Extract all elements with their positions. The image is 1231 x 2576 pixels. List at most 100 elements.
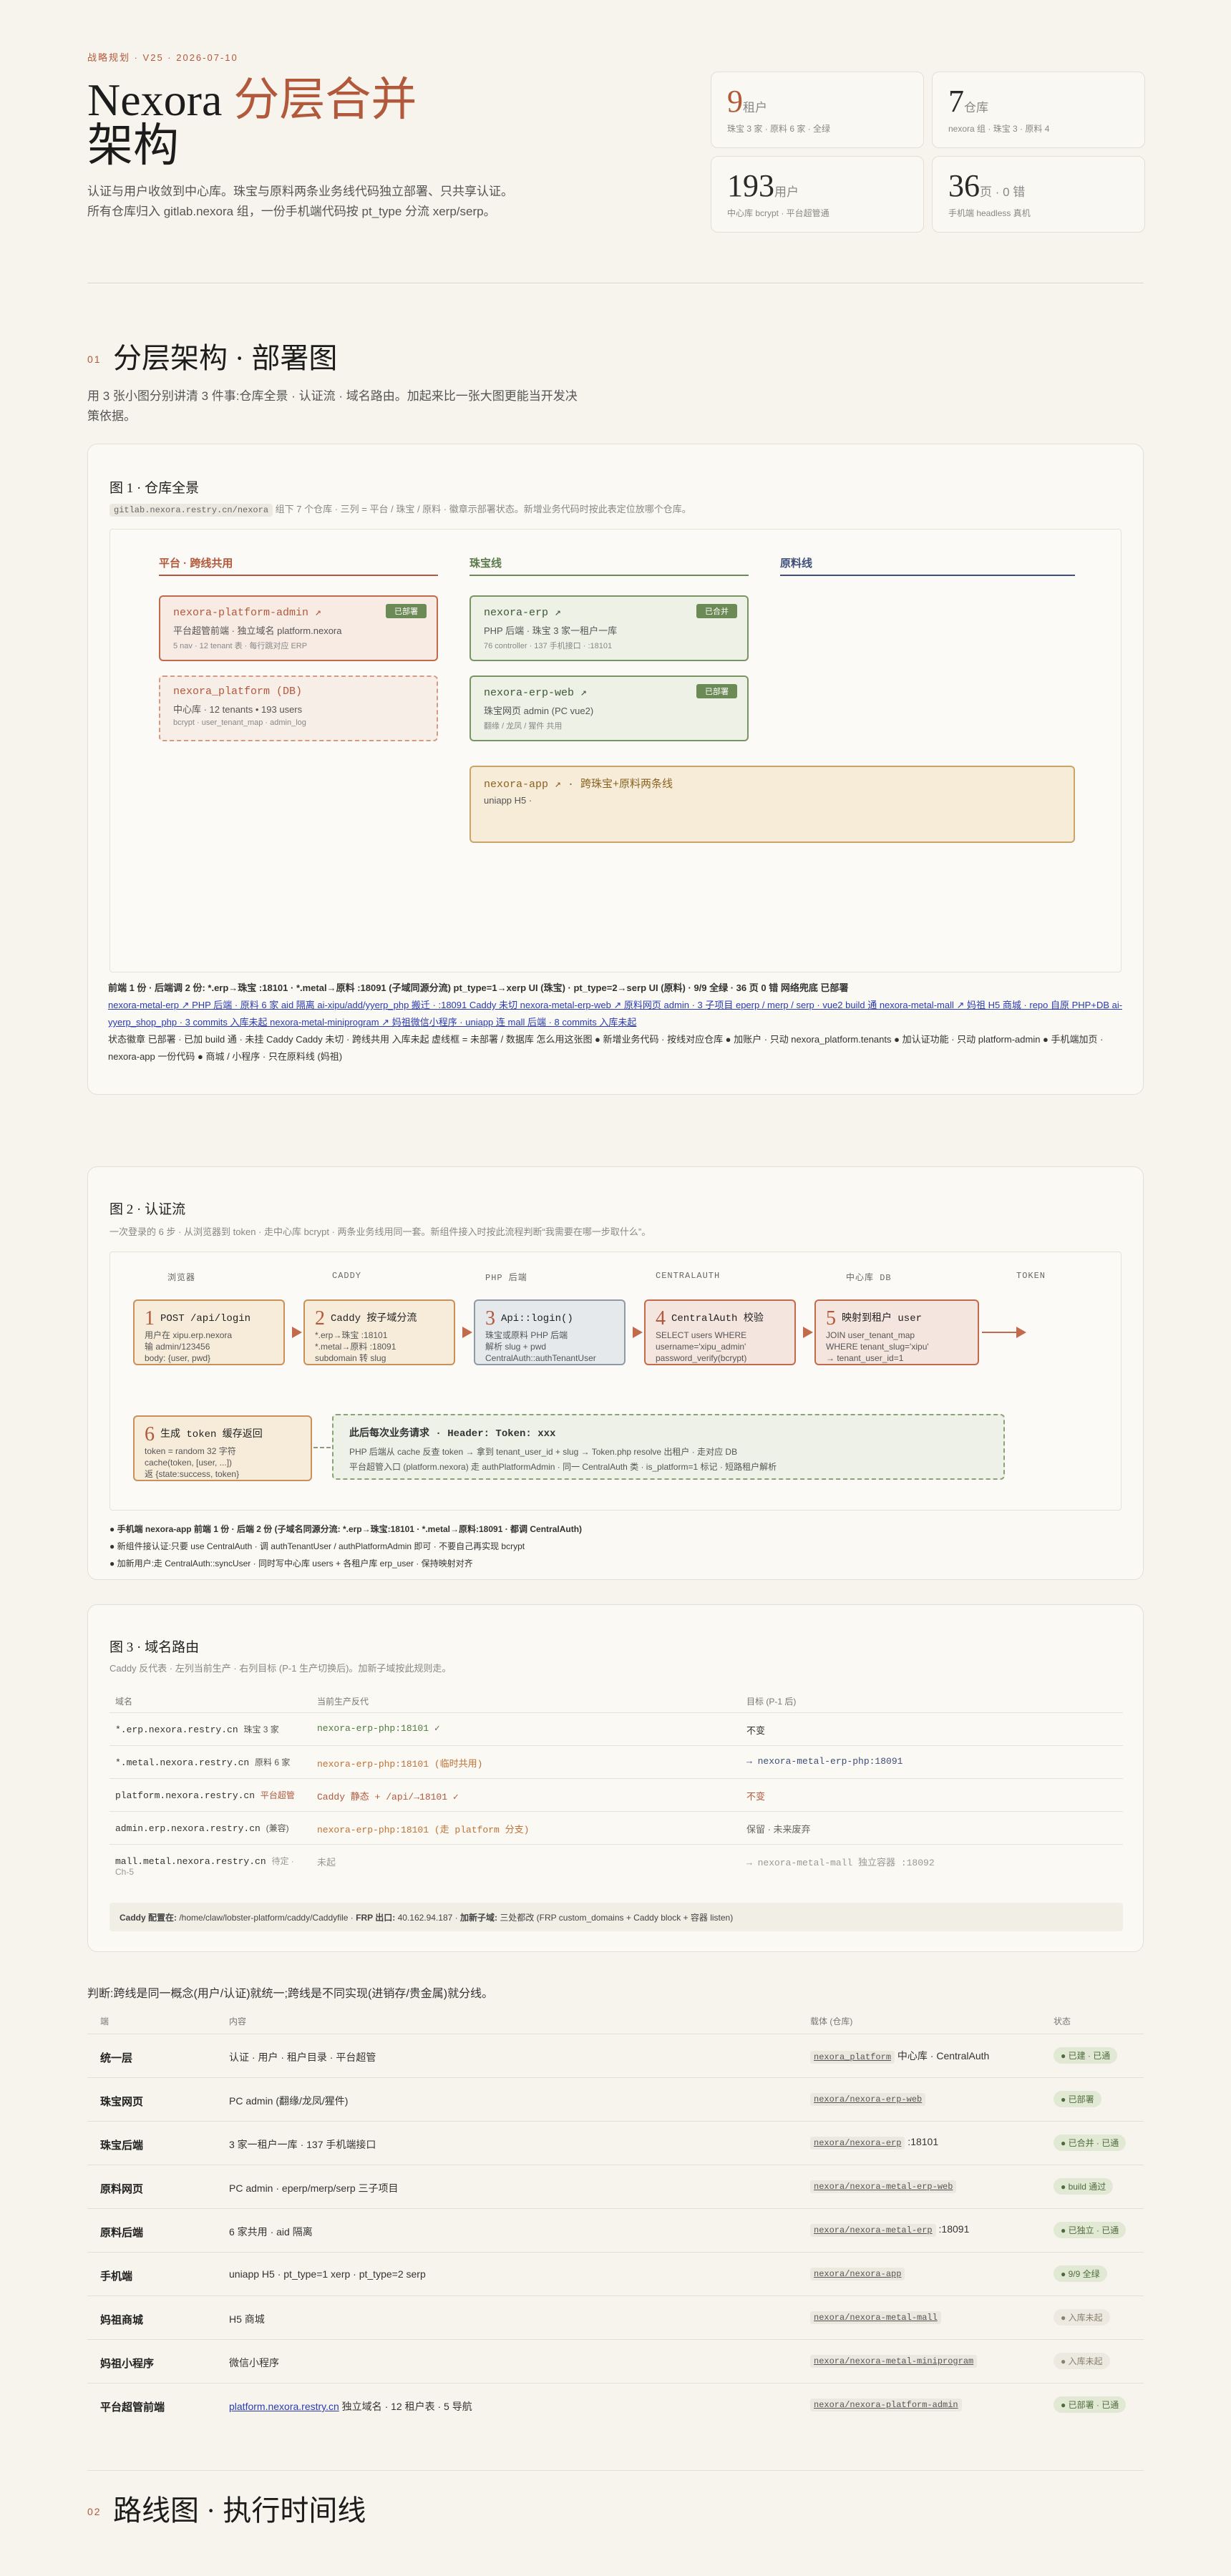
column-header: 域名 [115, 1697, 133, 1707]
step-number: 1 [145, 1307, 155, 1330]
status-badge: ● 已部署 · 已通 [1054, 2396, 1127, 2413]
column-header: 状态 [1054, 2016, 1071, 2026]
stat-number: 193 [727, 168, 774, 203]
arrow-icon [803, 1327, 813, 1338]
routing-table: 域名 当前生产反代 目标 (P-1 后) *.erp.nexora.restry… [110, 1691, 1123, 1898]
row-repo: nexora/nexora-app [810, 2267, 905, 2280]
repo-platform-admin[interactable]: 已部署 nexora-platform-admin ↗ 平台超管前端 · 独立域… [159, 595, 438, 661]
status-badge: ● 入库未起 [1054, 2353, 1110, 2369]
box-line: 平台超管入口 (platform.nexora) 走 authPlatformA… [349, 1462, 777, 1472]
current-cell: nexora-erp-php:18101 (临时共用) [317, 1759, 483, 1770]
step-line: 用户在 xipu.erp.nexora [145, 1330, 233, 1340]
step-line: *.metal→原料 :18091 [315, 1342, 396, 1352]
repo-link[interactable]: nexora/nexora-metal-mall [810, 2311, 941, 2324]
auth-step-2: 2 Caddy 按子域分流 *.erp→珠宝 :18101 *.metal→原料… [303, 1299, 455, 1365]
auth-step-4: 4 CentralAuth 校验 SELECT users WHERE user… [644, 1299, 796, 1365]
section-title: 路线图 · 执行时间线 [113, 2494, 366, 2527]
row-status: ● 已部署 [1054, 2091, 1101, 2107]
step-line: *.erp→珠宝 :18101 [315, 1330, 388, 1340]
status-badge: ● 已建 · 已通 [1054, 2047, 1118, 2064]
note-line: ● 新组件接认证:只要 use CentralAuth · 调 authTena… [110, 1541, 525, 1551]
domain-note: (兼容) [266, 1823, 289, 1833]
row-content: PC admin (翻缘/龙凤/猩件) [229, 2094, 348, 2108]
legend-links[interactable]: nexora-metal-erp ↗ PHP 后端 · 原料 6 家 aid 隔… [108, 997, 1124, 1031]
row-repo: nexora_platform 中心库 · CentralAuth [810, 2049, 989, 2064]
stat-sub: 珠宝 3 家 · 原料 6 家 · 全绿 [727, 124, 831, 134]
step-number: 5 [826, 1307, 836, 1330]
step-line: 解析 slug + pwd [485, 1342, 547, 1352]
target-cell: → nexora-metal-erp-php:18091 [746, 1756, 903, 1767]
table-row: 妈祖商城 H5 商城 nexora/nexora-metal-mall ● 入库未起 [87, 2296, 1144, 2339]
step-title: Api::login() [501, 1313, 573, 1324]
step-line: 输 admin/123456 [145, 1342, 210, 1352]
footer-label: 加新子域: [460, 1913, 497, 1923]
auth-notes: ● 手机端 nexora-app 前端 1 份 · 后端 2 份 (子域名同源分… [110, 1521, 582, 1572]
step-number: 3 [485, 1307, 495, 1330]
content-text: PC admin · eperp/merp/serp 三子项目 [229, 2182, 399, 2194]
target-cell: 保留 · 未来废弃 [746, 1824, 811, 1835]
footer-value: /home/claw/lobster-platform/caddy/Caddyf… [177, 1913, 356, 1923]
footer-label: FRP 出口: [356, 1913, 396, 1923]
row-status: ● build 通过 [1054, 2178, 1114, 2195]
step-line: WHERE tenant_slug='xipu' [826, 1342, 929, 1352]
domain-link[interactable]: platform.nexora.restry.cn [229, 2401, 339, 2412]
row-content: 3 家一租户一库 · 137 手机端接口 [229, 2137, 376, 2152]
figure-legend: 前端 1 份 · 后端调 2 份: *.erp→珠宝 :18101 · *.me… [108, 980, 1124, 1065]
step-line: 返 {state:success, token} [145, 1469, 240, 1479]
divider [87, 2470, 1144, 2471]
repo-sub: 76 controller · 137 手机接口 · :18101 [484, 642, 613, 650]
repo-sub: bcrypt · user_tenant_map · admin_log [173, 718, 306, 727]
routing-footer: Caddy 配置在: /home/claw/lobster-platform/c… [110, 1903, 1123, 1931]
repo-name: nexora-app ↗ · 跨珠宝+原料两条线 [484, 779, 673, 791]
stat-unit: 仓库 [964, 101, 988, 114]
repo-link[interactable]: nexora/nexora-erp [810, 2137, 905, 2150]
step-line: SELECT users WHERE [656, 1330, 747, 1340]
step-number: 4 [656, 1307, 666, 1330]
row-repo: nexora/nexora-platform-admin [810, 2398, 962, 2411]
repo-erp-web[interactable]: 已部署 nexora-erp-web ↗ 珠宝网页 admin (PC vue2… [469, 675, 749, 741]
hero-description: 认证与用户收敛到中心库。珠宝与原料两条业务线代码独立部署、只共享认证。所有仓库归… [87, 185, 513, 218]
repo-link[interactable]: nexora/nexora-erp-web [810, 2093, 926, 2106]
section-title: 分层架构 · 部署图 [113, 342, 338, 374]
repo-link[interactable]: nexora/nexora-metal-erp [810, 2224, 936, 2237]
status-badge: ● build 通过 [1054, 2178, 1114, 2195]
row-layer: 统一层 [100, 2052, 133, 2064]
repo-link[interactable]: nexora/nexora-platform-admin [810, 2399, 962, 2411]
repo-link[interactable]: nexora/nexora-metal-erp-web [810, 2180, 957, 2193]
footer-label: Caddy 配置在: [120, 1913, 177, 1923]
row-repo: nexora/nexora-metal-erp :18091 [810, 2223, 969, 2237]
domain-name: admin.erp.nexora.restry.cn [115, 1823, 261, 1834]
section-number: 02 [87, 2506, 102, 2517]
repo-link[interactable]: nexora_platform [810, 2051, 895, 2064]
stat-tenants: 9租户 珠宝 3 家 · 原料 6 家 · 全绿 [711, 72, 924, 148]
eyebrow: 战略规划 · V25 · 2026-07-10 [87, 52, 238, 63]
legend-line: 前端 1 份 · 后端调 2 份: *.erp→珠宝 :18101 · *.me… [108, 982, 849, 993]
target-cell: 不变 [746, 1791, 766, 1802]
step-number: 2 [315, 1307, 325, 1330]
repo-sub: 5 nav · 12 tenant 表 · 每行跳对应 ERP [173, 642, 308, 650]
table-row: admin.erp.nexora.restry.cn (兼容) nexora-e… [110, 1811, 1123, 1844]
repo-erp[interactable]: 已合并 nexora-erp ↗ PHP 后端 · 珠宝 3 家一租户一库 76… [469, 595, 749, 661]
step-title: Caddy 按子域分流 [331, 1313, 417, 1324]
row-layer: 原料网页 [100, 2183, 144, 2195]
row-repo: nexora/nexora-metal-erp-web [810, 2180, 957, 2193]
table-row: *.metal.nexora.restry.cn 原料 6 家 nexora-e… [110, 1745, 1123, 1778]
current-cell: Caddy 静态 + /api/→18101 ✓ [317, 1792, 459, 1802]
arrow-icon [462, 1327, 472, 1338]
row-status: ● 入库未起 [1054, 2309, 1110, 2326]
domain-note: 平台超管 [260, 1790, 295, 1800]
column-header: 当前生产反代 [317, 1697, 369, 1707]
stat-sub: nexora 组 · 珠宝 3 · 原料 4 [948, 124, 1050, 134]
row-content: 微信小程序 [229, 2356, 279, 2370]
subsequent-request-box: 此后每次业务请求 · Header: Token: xxx PHP 后端从 ca… [332, 1414, 1005, 1480]
repo-app[interactable]: nexora-app ↗ · 跨珠宝+原料两条线 uniapp H5 · [469, 766, 1075, 843]
table-row: mall.metal.nexora.restry.cn 待定 · Ch-5 未起… [110, 1844, 1123, 1890]
legend-link[interactable]: nexora-metal-erp ↗ PHP 后端 · 原料 6 家 aid 隔… [108, 1000, 1122, 1028]
repo-link[interactable]: nexora/nexora-metal-miniprogram [810, 2355, 978, 2368]
table-row: 原料网页 PC admin · eperp/merp/serp 三子项目 nexor… [87, 2165, 1144, 2208]
status-badge: 已部署 [696, 684, 737, 698]
repo-link[interactable]: nexora/nexora-app [810, 2268, 905, 2280]
current-cell: nexora-erp-php:18101 (走 platform 分支) [317, 1825, 530, 1835]
matrix-intro: 判断:跨线是同一概念(用户/认证)就统一;跨线是不同实现(进销存/贵金属)就分线… [87, 1988, 494, 2000]
page-title: Nexora 分层合并 架构 [87, 77, 417, 169]
